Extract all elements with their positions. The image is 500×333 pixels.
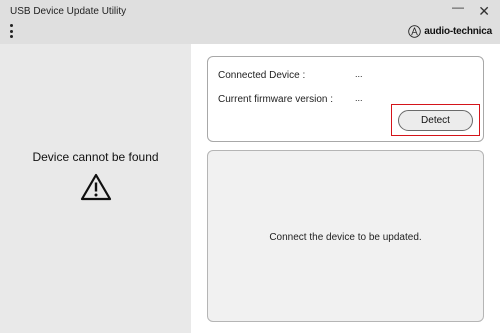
title-bar: USB Device Update Utility — ✕ audio-tech…	[0, 0, 500, 44]
kebab-menu-icon[interactable]	[6, 24, 16, 38]
brand-logo: audio-technica	[408, 25, 492, 38]
window-title: USB Device Update Utility	[10, 6, 127, 17]
minimize-button[interactable]: —	[452, 0, 464, 14]
close-button[interactable]: ✕	[478, 3, 490, 20]
connected-device-label: Connected Device :	[218, 70, 306, 81]
connected-device-value: ...	[355, 69, 363, 79]
update-message-panel: Connect the device to be updated.	[207, 150, 484, 322]
firmware-version-label: Current firmware version :	[218, 94, 334, 105]
device-status-panel: Device cannot be found	[0, 44, 191, 333]
detect-highlight: Detect	[391, 104, 480, 136]
detect-button[interactable]: Detect	[398, 110, 473, 131]
warning-icon	[80, 173, 112, 201]
update-message-text: Connect the device to be updated.	[269, 232, 422, 243]
device-info-card: Connected Device : ... Current firmware …	[207, 56, 484, 142]
device-status-text: Device cannot be found	[32, 150, 159, 164]
audio-technica-logo-icon	[408, 25, 421, 38]
firmware-version-value: ...	[355, 93, 363, 103]
logo-text: audio-technica	[424, 26, 492, 37]
